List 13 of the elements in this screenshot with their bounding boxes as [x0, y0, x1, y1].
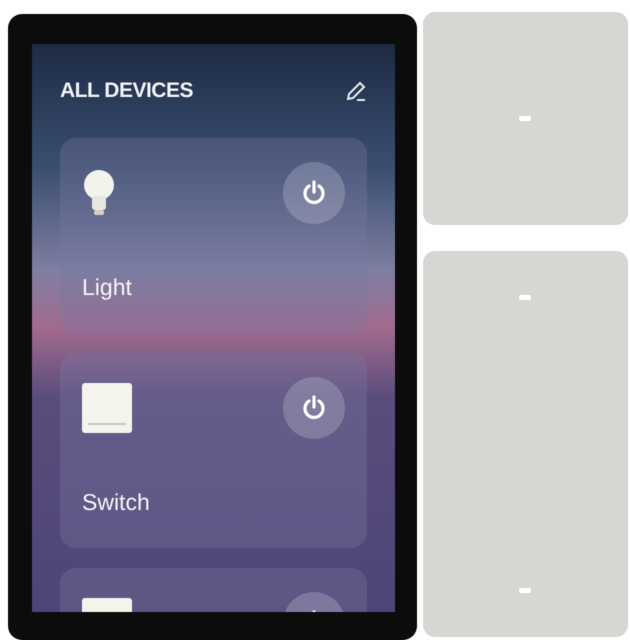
pencil-icon[interactable] [344, 80, 367, 102]
device-card[interactable]: Light [60, 138, 367, 333]
device-name: Light [82, 274, 133, 301]
indicator-icon [519, 295, 532, 300]
screen-title: ALL DEVICES [60, 79, 193, 103]
device-card[interactable]: Switch [60, 353, 367, 548]
indicator-icon [519, 588, 532, 593]
indicator-icon [519, 116, 532, 121]
power-icon [300, 180, 327, 206]
power-icon [300, 395, 327, 421]
light-bulb-icon [82, 168, 116, 216]
wall-switch-icon [82, 383, 132, 433]
device-name: Switch [82, 489, 151, 516]
